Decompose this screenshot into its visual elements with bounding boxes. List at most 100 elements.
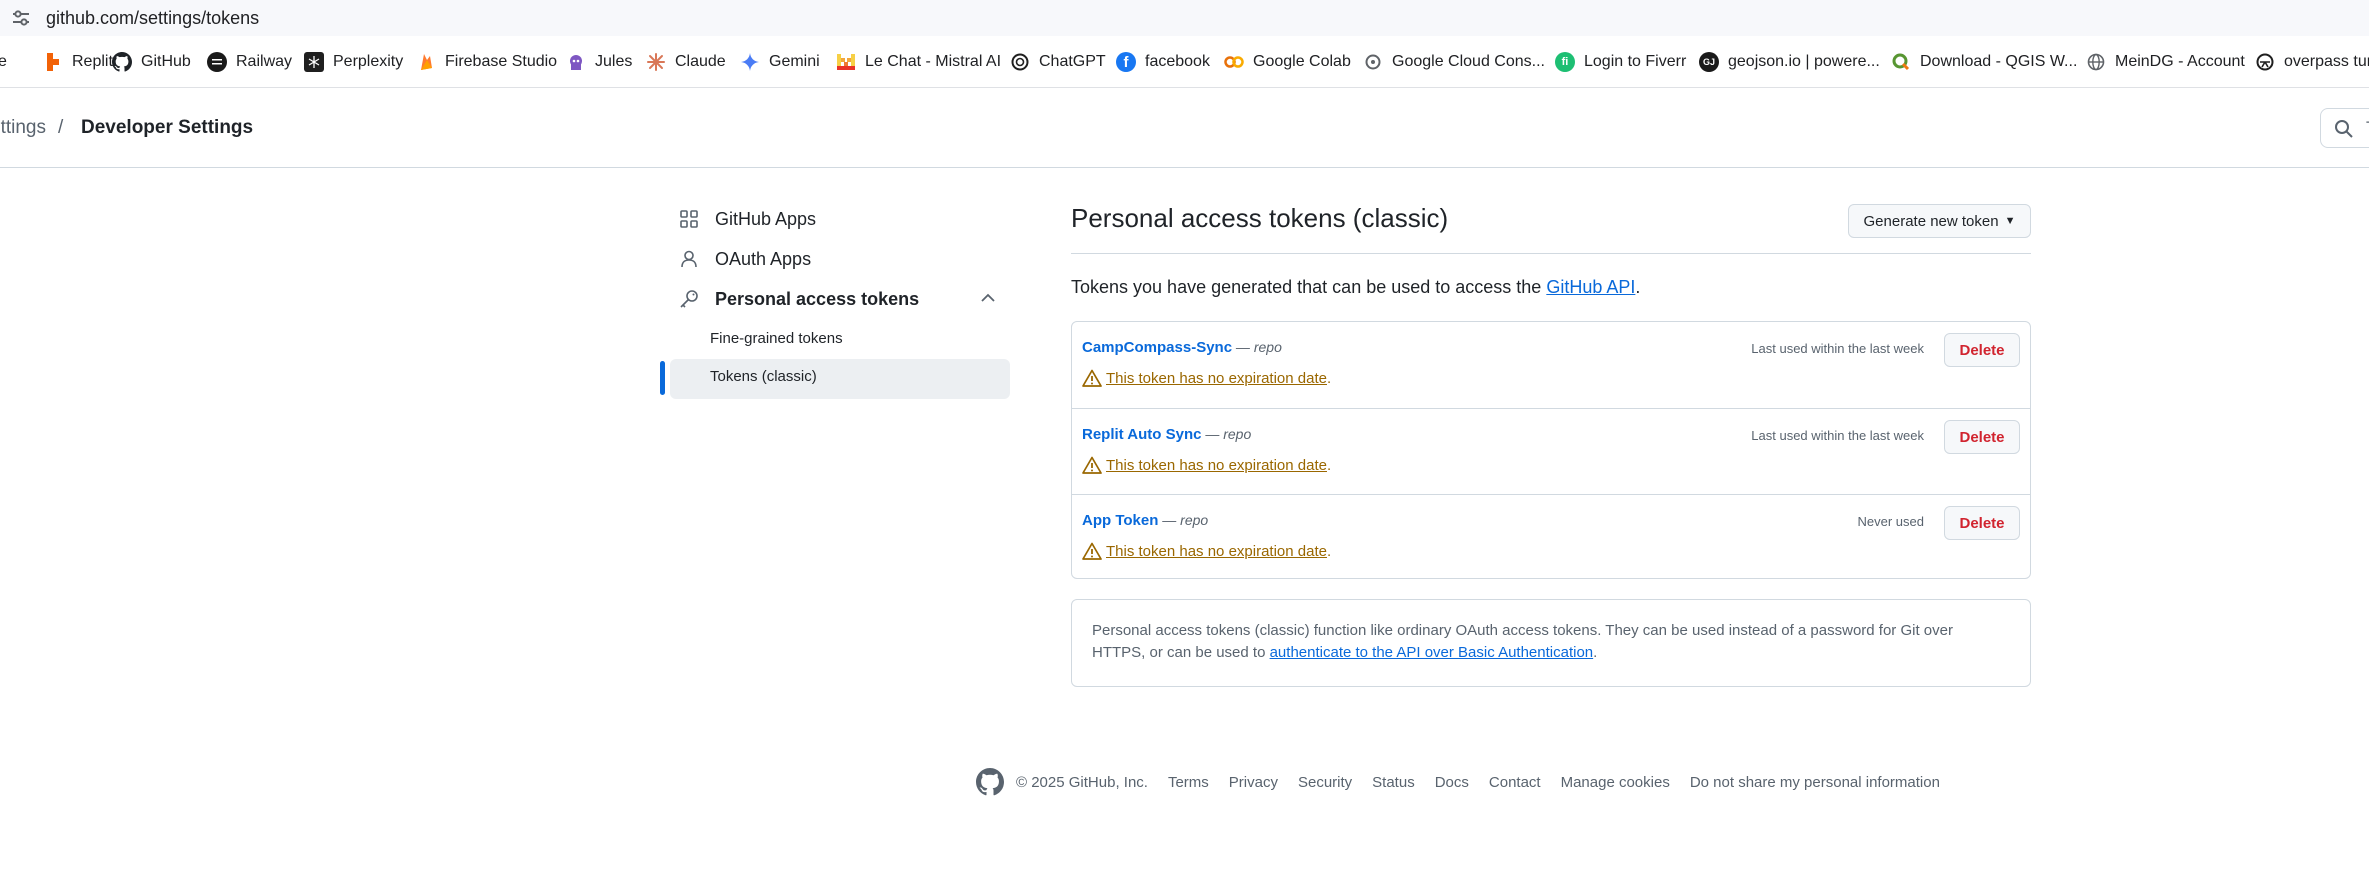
bookmark-label: Gemini [769,53,820,70]
bookmark-facebook[interactable]: f facebook [1116,50,1210,74]
site-info-icon[interactable] [10,7,32,29]
footer-link-privacy[interactable]: Privacy [1229,774,1278,791]
token-title: Replit Auto Sync — repo [1082,426,1251,443]
alert-icon [1082,456,1102,474]
bookmark-label: Firebase Studio [445,53,558,70]
sidebar-item-oauth-apps[interactable]: OAuth Apps [678,244,811,274]
last-used-text: Last used within the last week [1751,428,1924,443]
bookmark-chatgpt[interactable]: ChatGPT [1010,50,1106,74]
bookmark-fiverr[interactable]: fi Login to Fiverr [1555,50,1686,74]
bookmark-label: facebook [1145,53,1210,70]
mistral-icon [836,52,856,72]
bookmarks-bar: e Replit GitHub Railway Perplexity Fireb… [0,36,2369,88]
bookmark-geojson[interactable]: GJ geojson.io | powere... [1699,50,1880,74]
token-scope-value: repo [1253,339,1282,355]
token-scope: — repo [1158,512,1208,528]
claude-icon [646,52,666,72]
sidebar-active-indicator [660,361,665,395]
bookmark-colab[interactable]: Google Colab [1224,50,1351,74]
token-scope-separator: — [1158,512,1181,528]
warning-text-end: . [1326,456,1332,474]
bookmark-github[interactable]: GitHub [112,50,191,74]
bookmark-replit[interactable]: Replit [43,50,113,74]
token-scope: — repo [1201,426,1251,442]
warning-text-end: . [1326,369,1332,387]
chevron-up-icon[interactable] [980,290,996,308]
footer-link-manage-cookies[interactable]: Manage cookies [1561,774,1670,791]
bookmark-label: overpass turb [2284,53,2369,70]
bookmark-label: e [0,53,7,71]
warning-text[interactable]: This token has no expiration date [1106,543,1327,560]
warning-text[interactable]: This token has no expiration date [1106,370,1327,387]
bookmark-item[interactable]: e [0,50,7,74]
footer-link-do-not-share[interactable]: Do not share my personal information [1690,774,1940,791]
token-row: CampCompass-Sync — repo This token has n… [1072,322,2030,408]
last-used-text: Last used within the last week [1751,341,1924,356]
token-row: Replit Auto Sync — repo This token has n… [1072,408,2030,494]
basic-auth-link[interactable]: authenticate to the API over Basic Authe… [1270,644,1594,661]
browser-address-bar: github.com/settings/tokens [0,0,2369,36]
footer-link-terms[interactable]: Terms [1168,774,1209,791]
url-field[interactable]: github.com/settings/tokens [46,8,259,29]
chatgpt-icon [1010,52,1030,72]
token-title: App Token — repo [1082,512,1208,529]
google-cloud-icon [1363,52,1383,72]
bookmark-claude[interactable]: Claude [646,50,726,74]
bookmark-mistral[interactable]: Le Chat - Mistral AI [836,50,1001,74]
bookmark-meindg[interactable]: MeinDG - Account [2086,50,2245,74]
bookmark-perplexity[interactable]: Perplexity [304,50,403,74]
bookmark-jules[interactable]: Jules [566,50,632,74]
footer-link-security[interactable]: Security [1298,774,1352,791]
warning-text[interactable]: This token has no expiration date [1106,457,1327,474]
railway-icon [207,52,227,72]
bookmark-label: Perplexity [333,53,404,70]
bookmark-label: Le Chat - Mistral AI [865,53,1002,70]
search-icon [2334,119,2354,144]
bookmark-gemini[interactable]: Gemini [740,50,820,74]
qgis-icon [1891,52,1911,72]
generate-new-token-button[interactable]: Generate new token ▼ [1848,204,2031,238]
token-name-link[interactable]: CampCompass-Sync [1082,339,1232,356]
github-api-link[interactable]: GitHub API [1546,277,1635,297]
bookmark-label: Jules [595,53,633,70]
bookmark-label: Replit [72,53,113,70]
key-icon [678,288,700,310]
replit-icon [43,52,63,72]
github-logo-icon[interactable] [976,768,1004,796]
gemini-icon [740,52,760,72]
bookmark-label: MeinDG - Account [2115,53,2245,70]
bookmark-qgis[interactable]: Download - QGIS W... [1891,50,2077,74]
bookmark-google-cloud[interactable]: Google Cloud Cons... [1363,50,1545,74]
footer-link-contact[interactable]: Contact [1489,774,1541,791]
expiration-warning: This token has no expiration date. [1082,456,1331,474]
token-scope-separator: — [1201,426,1224,442]
header-search-input[interactable]: T [2320,108,2369,148]
sidebar-item-github-apps[interactable]: GitHub Apps [678,204,816,234]
bookmark-label: Login to Fiverr [1584,53,1687,70]
bookmark-railway[interactable]: Railway [207,50,292,74]
bookmark-firebase[interactable]: Firebase Studio [416,50,557,74]
apps-grid-icon [678,208,700,230]
info-box: Personal access tokens (classic) functio… [1071,599,2031,687]
footer-link-docs[interactable]: Docs [1435,774,1469,791]
colab-icon [1224,52,1244,72]
github-icon [112,52,132,72]
title-divider [1071,253,2031,254]
breadcrumb-settings[interactable]: ettings [0,117,46,139]
bookmark-overpass[interactable]: overpass turb [2255,50,2369,74]
footer-link-status[interactable]: Status [1372,774,1415,791]
token-scope: — repo [1232,339,1282,355]
sidebar-item-fine-grained-tokens[interactable]: Fine-grained tokens [710,330,843,347]
generate-button-label: Generate new token [1863,212,1999,230]
delete-token-button[interactable]: Delete [1944,333,2020,367]
delete-token-button[interactable]: Delete [1944,506,2020,540]
token-name-link[interactable]: App Token [1082,512,1158,529]
delete-token-button[interactable]: Delete [1944,420,2020,454]
sidebar-item-personal-access-tokens[interactable]: Personal access tokens [678,284,919,314]
token-name-link[interactable]: Replit Auto Sync [1082,426,1201,443]
token-row: App Token — repo This token has no expir… [1072,494,2030,580]
sidebar-item-tokens-classic[interactable]: Tokens (classic) [710,368,817,385]
bookmark-label: Download - QGIS W... [1920,53,2078,70]
bookmark-label: Claude [675,53,726,70]
alert-icon [1082,369,1102,387]
